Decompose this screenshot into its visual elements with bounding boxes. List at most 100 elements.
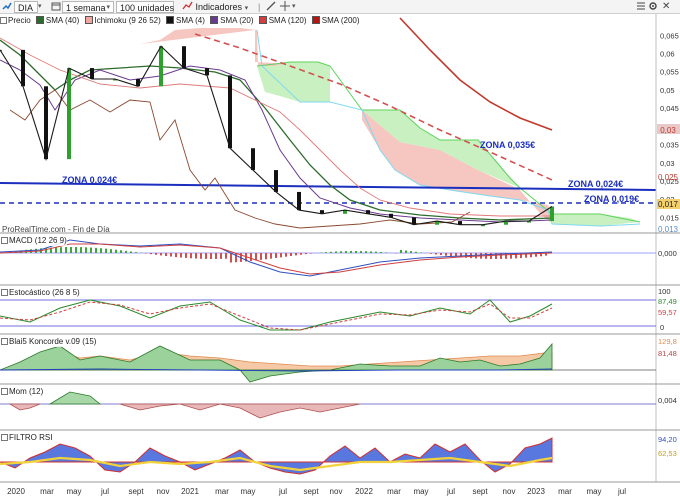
x-tick-label: 2021 <box>181 487 199 496</box>
x-tick-label: jul <box>446 487 455 496</box>
x-tick-label: 2022 <box>355 487 373 496</box>
stoch-axis-k: 87,49 <box>658 297 677 306</box>
macd-histogram-bar <box>180 253 182 258</box>
macd-histogram-bar <box>430 253 432 254</box>
macd-histogram-bar <box>300 253 302 255</box>
macd-histogram-bar <box>270 253 272 259</box>
macd-signal-line <box>0 243 553 275</box>
price-candle <box>67 68 71 160</box>
macd-histogram-bar <box>115 249 117 253</box>
price-candle <box>205 68 209 76</box>
macd-histogram-bar <box>450 253 452 257</box>
macd-histogram-bar <box>155 253 157 255</box>
macd-histogram-bar <box>265 253 267 260</box>
macd-histogram-bar <box>125 250 127 253</box>
macd-histogram-bar <box>280 253 282 258</box>
price-candle <box>251 148 255 171</box>
macd-histogram-bar <box>215 253 217 259</box>
macd-histogram-bar <box>85 247 87 253</box>
x-tick-label: may <box>240 487 255 496</box>
price-label-2: 0,025 <box>658 173 679 182</box>
macd-histogram-bar <box>370 251 372 253</box>
checkbox-icon <box>1 237 8 244</box>
panel-label-macd[interactable]: MACD (12 26 9) <box>1 236 67 246</box>
checkbox-icon <box>1 434 8 441</box>
price-candle <box>159 46 163 87</box>
macd-histogram-bar <box>120 250 122 253</box>
x-tick-label: mar <box>40 487 54 496</box>
panel-label-mom[interactable]: Mom (12) <box>1 387 44 397</box>
macd-histogram-bar <box>200 253 202 259</box>
y-tick-label: 0,05 <box>660 86 675 95</box>
macd-histogram-bar <box>150 253 152 255</box>
zone-035-label: ZONA 0,035€ <box>480 140 535 150</box>
macd-histogram-bar <box>190 253 192 259</box>
x-tick-label: nov <box>157 487 170 496</box>
macd-histogram-bar <box>160 253 162 256</box>
stoch-axis-100: 100 <box>658 287 671 296</box>
macd-histogram-bar <box>250 253 252 261</box>
price-candle <box>228 75 232 149</box>
y-tick-label: 0,015 <box>660 213 679 222</box>
ichimoku-cloud-bearish <box>140 28 552 222</box>
macd-histogram-bar <box>90 247 92 253</box>
macd-histogram-bar <box>100 248 102 253</box>
x-tick-label: 2020 <box>7 487 25 496</box>
x-tick-label: sept <box>472 487 488 496</box>
macd-histogram-bar <box>340 251 342 253</box>
mom-positive-area <box>48 391 102 405</box>
y-tick-label: 0,045 <box>660 104 679 113</box>
x-tick-label: jul <box>100 487 109 496</box>
rsi-blue-area <box>0 437 553 475</box>
macd-histogram-bar <box>210 253 212 259</box>
macd-histogram-bar <box>130 251 132 253</box>
macd-histogram-bar <box>365 251 367 253</box>
koncorde-green-area <box>0 342 553 383</box>
panel-label-koncorde[interactable]: Blai5 Koncorde v.09 (15) <box>1 337 97 347</box>
price-candle <box>274 170 278 192</box>
macd-histogram-bar <box>335 251 337 253</box>
macd-histogram-bar <box>170 253 172 257</box>
macd-histogram-bar <box>330 251 332 253</box>
macd-histogram-bar <box>310 253 312 254</box>
macd-histogram-bar <box>185 253 187 258</box>
macd-histogram-bar <box>375 251 377 253</box>
x-tick-label: 2023 <box>527 487 545 496</box>
macd-histogram-bar <box>220 253 222 259</box>
panel-label-estocastico[interactable]: Estocástico (26 8 5) <box>1 288 80 298</box>
x-tick-label: mar <box>558 487 572 496</box>
y-tick-label: 0,035 <box>660 141 679 150</box>
macd-histogram-bar <box>350 251 352 253</box>
panel-title: Mom (12) <box>9 387 44 396</box>
price-chart[interactable]: 0,0650,060,0550,050,0450,040,0350,030,02… <box>0 0 680 498</box>
x-tick-label: sept <box>128 487 144 496</box>
macd-histogram-bar <box>290 253 292 257</box>
macd-histogram-bar <box>55 247 57 253</box>
macd-histogram-bar <box>435 253 437 255</box>
macd-histogram-bar <box>415 251 417 253</box>
x-tick-label: mar <box>215 487 229 496</box>
x-tick-label: mar <box>387 487 401 496</box>
macd-histogram-bar <box>80 247 82 253</box>
panel-label-rsi[interactable]: FILTRO RSI <box>1 433 53 443</box>
macd-histogram-bar <box>95 247 97 253</box>
x-tick-label: may <box>66 487 81 496</box>
price-candle <box>136 79 140 87</box>
macd-histogram-bar <box>360 251 362 253</box>
macd-histogram-bar <box>70 247 72 253</box>
x-axis-ticks: 2020 mar may jul sept nov 2021 mar may jul sept nov… <box>7 487 626 496</box>
price-candle <box>90 68 94 79</box>
macd-histogram-bar <box>325 252 327 253</box>
panel-title: Blai5 Koncorde v.09 (15) <box>9 337 97 346</box>
macd-histogram-bar <box>260 253 262 260</box>
x-tick-label: jul <box>278 487 287 496</box>
mom-axis-label: 0,004 <box>658 396 677 405</box>
price-candle <box>44 86 48 160</box>
macd-histogram-bar <box>440 253 442 256</box>
mom-negative-area <box>8 403 361 419</box>
stoch-axis-d: 59,57 <box>658 308 677 317</box>
price-candle <box>182 46 186 69</box>
macd-histogram-bar <box>110 249 112 253</box>
macd-histogram <box>5 247 547 263</box>
rsi-axis-1: 94,20 <box>658 435 677 444</box>
